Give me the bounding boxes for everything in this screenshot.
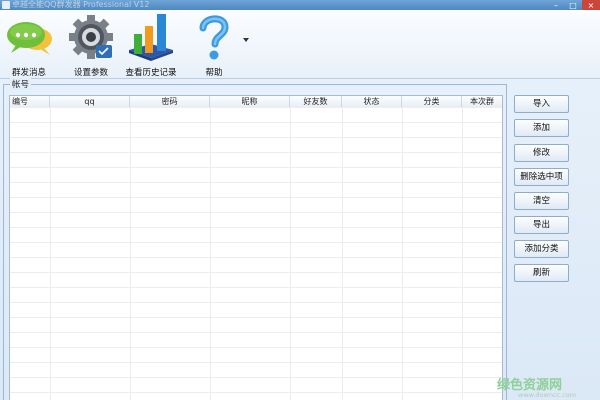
- column-divider: [50, 107, 51, 400]
- toolbar-settings-button[interactable]: 设置参数: [66, 12, 116, 78]
- window-title: 卓越全能QQ群发器 Professional V12: [12, 0, 150, 9]
- column-divider: [130, 107, 131, 400]
- column-divider: [290, 107, 291, 400]
- toolbar-history-button[interactable]: 查看历史记录: [122, 12, 180, 78]
- add-button[interactable]: 添加: [514, 119, 569, 137]
- app-icon: [2, 1, 10, 9]
- account-groupbox: 帐号 编号 qq 密码 昵称 好友数 状态 分类 本次群: [3, 78, 507, 400]
- toolbar-label: 查看历史记录: [125, 68, 177, 78]
- toolbar-label: 群发消息: [11, 68, 46, 78]
- toolbar-help-button[interactable]: 帮助: [192, 12, 236, 78]
- column-divider: [210, 107, 211, 400]
- watermark-url: www.downcc.com: [518, 391, 577, 399]
- column-header-category[interactable]: 分类: [402, 96, 462, 107]
- title-bar: 卓越全能QQ群发器 Professional V12 – □ ×: [0, 0, 600, 10]
- chat-bubbles-icon: [4, 12, 54, 62]
- account-table-body[interactable]: [10, 107, 502, 400]
- toolbar-label: 帮助: [205, 68, 223, 78]
- column-divider: [342, 107, 343, 400]
- toolbar-label: 设置参数: [73, 68, 108, 78]
- export-button[interactable]: 导出: [514, 216, 569, 234]
- column-header-password[interactable]: 密码: [130, 96, 210, 107]
- edit-button[interactable]: 修改: [514, 144, 569, 162]
- column-header-this-session[interactable]: 本次群: [462, 96, 502, 107]
- help-dropdown-arrow-icon[interactable]: [243, 38, 249, 42]
- question-mark-icon: [192, 12, 236, 62]
- column-header-qq[interactable]: qq: [50, 96, 130, 107]
- account-group-legend: 帐号: [10, 78, 32, 90]
- column-header-nickname[interactable]: 昵称: [210, 96, 290, 107]
- account-table[interactable]: 编号 qq 密码 昵称 好友数 状态 分类 本次群: [9, 95, 503, 400]
- app-window: 卓越全能QQ群发器 Professional V12 – □ × 群发消息 设置…: [0, 0, 600, 400]
- delete-selected-button[interactable]: 删除选中项: [514, 168, 569, 186]
- import-button[interactable]: 导入: [514, 95, 569, 113]
- toolbar-send-message-button[interactable]: 群发消息: [4, 12, 54, 78]
- column-header-status[interactable]: 状态: [342, 96, 402, 107]
- column-header-friend-count[interactable]: 好友数: [290, 96, 342, 107]
- column-header-id[interactable]: 编号: [10, 96, 50, 107]
- bar-chart-book-icon: [126, 12, 176, 62]
- column-divider: [402, 107, 403, 400]
- minimize-button[interactable]: –: [548, 0, 564, 10]
- toolbar: 群发消息 设置参数 查看历史记录 帮助: [0, 10, 600, 79]
- gear-icon: [66, 12, 116, 62]
- column-divider: [462, 107, 463, 400]
- maximize-button[interactable]: □: [565, 0, 581, 10]
- close-button[interactable]: ×: [582, 0, 600, 10]
- clear-button[interactable]: 清空: [514, 192, 569, 210]
- refresh-button[interactable]: 刷新: [514, 264, 569, 282]
- add-category-button[interactable]: 添加分类: [514, 240, 569, 258]
